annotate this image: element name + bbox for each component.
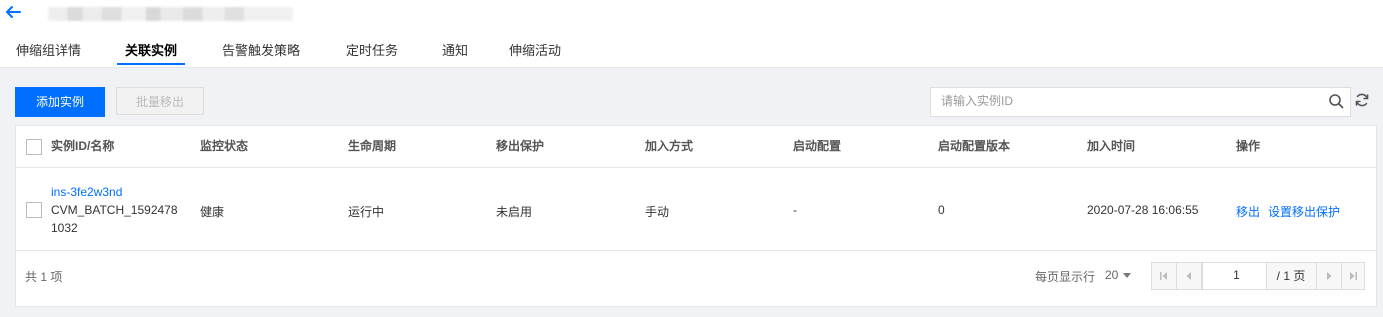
protection-status: 未启用 xyxy=(496,205,533,219)
page-size-value: 20 xyxy=(1105,268,1119,282)
instance-name-line2: 1032 xyxy=(51,221,78,235)
instance-cell: ins-3fe2w3nd CVM_BATCH_1592478 1032 xyxy=(51,183,178,237)
next-page-icon xyxy=(1327,272,1332,280)
tab-instances[interactable]: 关联实例 xyxy=(116,40,186,65)
monitor-status: 健康 xyxy=(200,205,225,219)
column-header-launch-config: 启动配置 xyxy=(793,139,842,153)
column-header-actions: 操作 xyxy=(1236,139,1261,153)
launch-config-version: 0 xyxy=(938,203,945,217)
column-header-launch-version: 启动配置版本 xyxy=(938,139,1011,153)
pagination: / 1 页 xyxy=(1151,262,1365,290)
set-protection-link[interactable]: 设置移出保护 xyxy=(1268,205,1340,219)
tab-notifications[interactable]: 通知 xyxy=(442,40,468,65)
column-header-monitor: 监控状态 xyxy=(200,139,249,153)
search-input[interactable] xyxy=(931,88,1331,114)
first-page-icon xyxy=(1160,272,1167,280)
page-size-select[interactable]: 20 xyxy=(1105,268,1132,282)
instance-table-panel: 实例ID/名称 监控状态 生命周期 移出保护 加入方式 启动配置 启动配置版本 … xyxy=(15,125,1377,307)
column-header-lifecycle: 生命周期 xyxy=(348,139,397,153)
last-page-button[interactable] xyxy=(1341,263,1365,289)
prev-page-icon xyxy=(1186,272,1191,280)
redacted-group-name xyxy=(48,7,293,21)
page-size-label: 每页显示行 xyxy=(1035,270,1096,284)
batch-remove-button: 批量移出 xyxy=(116,87,204,115)
row-divider xyxy=(16,250,1376,251)
search-icon[interactable] xyxy=(1328,93,1344,109)
column-header-protection: 移出保护 xyxy=(496,139,545,153)
total-count: 共 1 项 xyxy=(25,270,63,284)
instance-id-link[interactable]: ins-3fe2w3nd xyxy=(51,183,178,201)
search-box xyxy=(930,87,1351,117)
top-bar: 伸缩组详情 关联实例 告警触发策略 定时任务 通知 伸缩活动 xyxy=(0,0,1383,68)
action-cell: 移出 设置移出保护 xyxy=(1236,203,1340,220)
header-divider xyxy=(16,167,1376,168)
total-pages: / 1 页 xyxy=(1276,269,1306,283)
refresh-icon[interactable] xyxy=(1354,92,1370,108)
select-all-checkbox[interactable] xyxy=(26,139,42,155)
column-header-join-method: 加入方式 xyxy=(645,139,694,153)
join-time: 2020-07-28 16:06:55 xyxy=(1087,203,1199,217)
caret-down-icon xyxy=(1123,273,1132,279)
column-header-join-time: 加入时间 xyxy=(1087,139,1136,153)
first-page-button[interactable] xyxy=(1152,263,1177,289)
column-header-instance: 实例ID/名称 xyxy=(51,139,115,153)
instance-name-line1: CVM_BATCH_1592478 xyxy=(51,203,178,217)
tab-group-details[interactable]: 伸缩组详情 xyxy=(16,40,81,65)
last-page-icon xyxy=(1350,272,1357,280)
tab-scaling-activities[interactable]: 伸缩活动 xyxy=(509,40,561,65)
join-method: 手动 xyxy=(645,205,670,219)
tab-scheduled-tasks[interactable]: 定时任务 xyxy=(346,40,398,65)
row-checkbox[interactable] xyxy=(26,202,42,218)
page-input-wrap xyxy=(1202,263,1268,289)
remove-link[interactable]: 移出 xyxy=(1236,205,1260,219)
prev-page-button[interactable] xyxy=(1177,263,1202,289)
launch-config: - xyxy=(793,203,797,217)
lifecycle-status: 运行中 xyxy=(348,205,385,219)
back-arrow-icon[interactable] xyxy=(5,3,23,21)
page-number-input[interactable] xyxy=(1203,263,1268,287)
next-page-button[interactable] xyxy=(1316,263,1342,289)
tab-alarm-policy[interactable]: 告警触发策略 xyxy=(222,40,300,65)
add-instance-button[interactable]: 添加实例 xyxy=(15,87,105,117)
